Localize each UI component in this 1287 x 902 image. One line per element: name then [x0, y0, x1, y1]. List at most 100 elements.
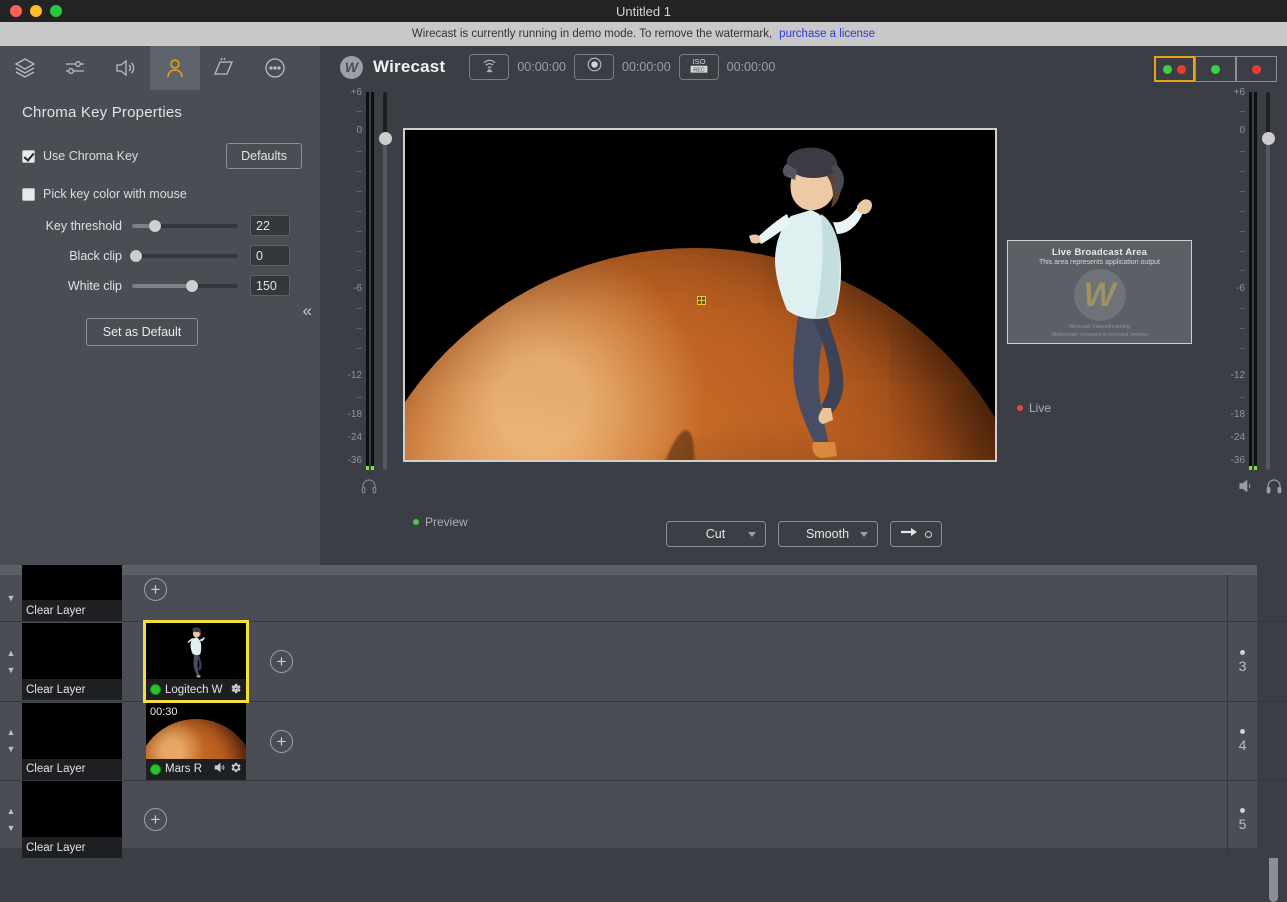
transition-type-dropdown[interactable]: Cut: [665, 521, 766, 547]
pick-key-color-checkbox[interactable]: Pick key color with mouse: [22, 187, 187, 201]
live-broadcast-area[interactable]: Live Broadcast Area This area represents…: [1007, 240, 1192, 344]
key-threshold-slider[interactable]: [132, 219, 238, 232]
table-row: ▲ ▼ Clear Layer Logitech W + 3: [0, 620, 1287, 902]
black-clip-label: Black clip: [69, 248, 122, 263]
shot-caption-row: Mars R: [146, 758, 246, 780]
use-chroma-key-checkbox[interactable]: Use Chroma Key: [22, 149, 138, 163]
shot-anchor-handle[interactable]: [697, 296, 706, 305]
white-clip-slider[interactable]: [132, 279, 238, 292]
tab-motion[interactable]: [200, 46, 250, 90]
gear-icon[interactable]: [229, 682, 242, 698]
layer-number: 3: [1227, 622, 1257, 701]
tab-adjustments[interactable]: [50, 46, 100, 90]
slider-knob[interactable]: [149, 219, 161, 232]
tab-layers[interactable]: [0, 46, 50, 90]
chroma-key-properties: Chroma Key Properties Use Chroma Key Def…: [0, 90, 320, 565]
audio-icon[interactable]: [213, 761, 226, 777]
meter-tick: -36: [1230, 455, 1245, 466]
layer-reorder-arrows[interactable]: ▼: [0, 593, 22, 602]
set-as-default-button[interactable]: Set as Default: [85, 318, 199, 346]
demo-message: Wirecast is currently running in demo mo…: [411, 28, 773, 40]
tab-audio[interactable]: [100, 46, 150, 90]
slider-knob[interactable]: [130, 249, 142, 262]
close-button[interactable]: [10, 5, 22, 17]
move-up-arrow-icon[interactable]: ▲: [7, 728, 16, 737]
collapse-panel-icon[interactable]: «: [303, 302, 312, 319]
add-shot-button[interactable]: +: [144, 808, 167, 831]
output-button-preview[interactable]: [1195, 56, 1236, 82]
svg-text:ISO: ISO: [692, 57, 705, 66]
audio-fader-right[interactable]: [1262, 92, 1275, 470]
add-shot-button[interactable]: +: [144, 577, 167, 601]
add-shot-button[interactable]: +: [270, 650, 293, 673]
go-transition-button[interactable]: [889, 521, 942, 547]
layer-number-label: 4: [1238, 737, 1247, 753]
meter-bar: [366, 92, 369, 470]
headphones-icon[interactable]: [1265, 477, 1283, 500]
tab-more[interactable]: [250, 46, 300, 90]
iso-record-timer: 00:00:00: [726, 60, 776, 74]
record-button[interactable]: [574, 54, 614, 80]
layer-reorder-arrows[interactable]: ▲ ▼: [0, 728, 22, 754]
layer-reorder-arrows[interactable]: ▲ ▼: [0, 648, 22, 674]
clear-layer-shot[interactable]: Clear Layer: [22, 565, 122, 621]
output-button-all[interactable]: [1154, 56, 1195, 82]
move-up-arrow-icon[interactable]: ▲: [7, 648, 16, 657]
move-down-arrow-icon[interactable]: ▼: [7, 593, 16, 602]
meter-bar: [1249, 92, 1252, 470]
broadcast-icon: [480, 55, 499, 79]
meter-peak: [366, 466, 369, 470]
gear-icon[interactable]: [229, 761, 242, 777]
move-down-arrow-icon[interactable]: ▼: [7, 823, 16, 832]
iso-record-button[interactable]: ISO REC: [678, 54, 719, 80]
broadcast-button[interactable]: [469, 54, 510, 80]
transition-speed-dropdown[interactable]: Smooth: [777, 521, 878, 547]
shot-thumbnail: [22, 623, 122, 679]
motion-icon: [213, 56, 237, 80]
move-down-arrow-icon[interactable]: ▼: [7, 665, 16, 674]
record-timer: 00:00:00: [622, 60, 671, 74]
mars-media-shot[interactable]: 00:30 Mars R: [146, 702, 246, 780]
output-button-live[interactable]: [1236, 56, 1277, 82]
audio-fader-left[interactable]: [379, 92, 392, 470]
minimize-button[interactable]: [30, 5, 42, 17]
purchase-license-link[interactable]: purchase a license: [779, 28, 875, 40]
meter-tick: +6: [350, 87, 362, 98]
headphones-icon[interactable]: [360, 477, 378, 500]
meter-tick: -12: [347, 370, 362, 381]
meter-peak: [1254, 466, 1257, 470]
maximize-button[interactable]: [50, 5, 62, 17]
preview-monitor[interactable]: [403, 128, 997, 462]
checkbox-unchecked-icon: [22, 187, 35, 201]
key-threshold-value[interactable]: 22: [250, 215, 290, 236]
vr-person-thumbnail-icon: [187, 627, 205, 678]
tab-chroma-key[interactable]: [150, 46, 200, 90]
layer-reorder-arrows[interactable]: ▲ ▼: [0, 806, 22, 832]
slider-fill: [132, 283, 192, 288]
add-shot-button[interactable]: +: [270, 729, 293, 753]
move-up-arrow-icon[interactable]: ▲: [7, 806, 16, 815]
meter-bar: [1254, 92, 1257, 470]
speaker-icon[interactable]: [1237, 477, 1255, 500]
white-clip-value[interactable]: 150: [250, 275, 290, 296]
fader-knob[interactable]: [1262, 132, 1275, 145]
pick-key-color-label: Pick key color with mouse: [43, 187, 187, 201]
slider-knob[interactable]: [186, 279, 198, 292]
logitech-webcam-shot[interactable]: Logitech W: [143, 620, 249, 703]
clear-layer-shot[interactable]: Clear Layer: [22, 623, 122, 700]
use-chroma-key-label: Use Chroma Key: [43, 149, 139, 163]
green-led-icon: [1163, 64, 1172, 74]
checkbox-checked-icon: [22, 149, 35, 163]
clear-layer-shot[interactable]: Clear Layer: [22, 781, 122, 858]
fader-knob[interactable]: [379, 132, 392, 145]
black-clip-value[interactable]: 0: [250, 245, 290, 266]
defaults-button[interactable]: Defaults: [226, 143, 302, 169]
live-area-footer: Wirecast Videostreaming Watermark remove…: [1051, 323, 1147, 340]
live-area-footer-line1: Wirecast Videostreaming: [1068, 324, 1131, 330]
move-down-arrow-icon[interactable]: ▼: [7, 745, 16, 754]
window-traffic-lights[interactable]: [10, 5, 62, 17]
meter-tick: -18: [347, 409, 362, 420]
shot-caption-row: Logitech W: [146, 679, 246, 700]
clear-layer-shot[interactable]: Clear Layer: [22, 702, 122, 780]
black-clip-slider[interactable]: [130, 249, 238, 262]
